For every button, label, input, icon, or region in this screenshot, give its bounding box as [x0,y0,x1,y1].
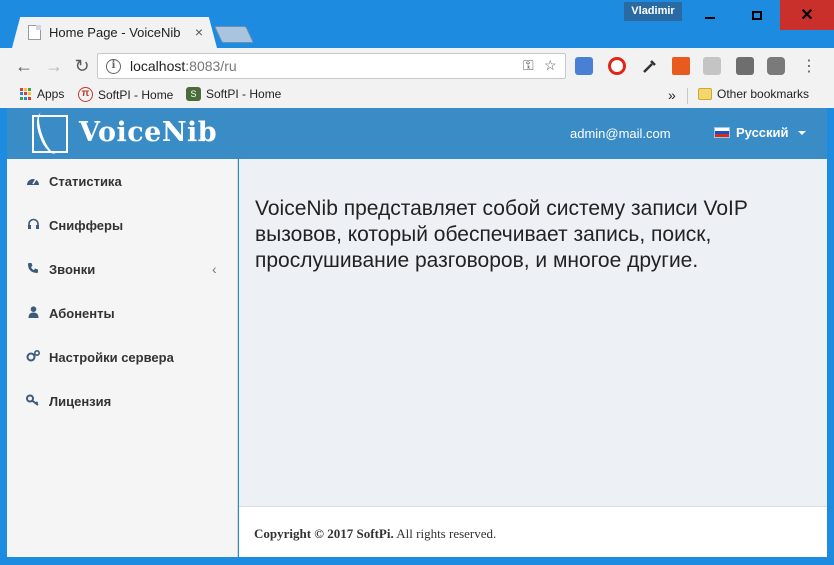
caret-down-icon [797,130,806,135]
headphones-icon [25,218,41,233]
page-favicon-icon [28,25,41,40]
window-close-button[interactable]: ✕ [780,0,834,30]
key-icon [25,394,41,409]
opera-extension-icon[interactable] [608,57,626,75]
folder-icon [698,88,712,100]
copyright-text: Copyright © 2017 SoftPi. All rights rese… [254,526,496,542]
pi-icon: π [78,87,93,102]
footer: Copyright © 2017 SoftPi. All rights rese… [239,506,827,557]
lightbulb-extension-icon[interactable] [767,57,785,75]
sidebar: Статистика Снифферы Звонки ‹ Абоненты На… [7,159,238,557]
bookmark-star-icon[interactable]: ☆ [544,57,557,74]
translate-extension-icon[interactable] [575,57,593,75]
url-host: localhost [130,58,186,74]
language-label: Русский [736,125,789,140]
feather-logo-icon[interactable] [32,108,68,158]
profile-button[interactable]: Vladimir [624,2,682,21]
back-arrow-icon[interactable]: ← [12,54,36,78]
browser-tab[interactable]: Home Page - VoiceNib × [12,17,217,48]
gears-icon [25,349,41,365]
url-path: :8083/ru [185,58,237,74]
sidebar-item-label: Звонки [49,261,96,277]
key-icon[interactable]: ⚿ [523,57,534,74]
eyedropper-extension-icon[interactable] [641,57,659,75]
bookmarks-bar: Apps π SoftPI - Home S SoftPI - Home » O… [0,84,834,108]
bookmark-label: SoftPI - Home [98,87,174,102]
language-dropdown[interactable]: Русский [714,125,806,140]
tab-strip: Home Page - VoiceNib × Vladimir ✕ [0,0,834,48]
sidebar-item-subscribers[interactable]: Абоненты [7,291,238,335]
rights-text: All rights reserved. [396,526,497,541]
bookmark-softpi-2[interactable]: S SoftPI - Home [186,87,281,101]
minimize-button[interactable] [686,0,733,30]
phone-icon [25,262,41,277]
forward-arrow-icon[interactable]: → [42,54,66,78]
copyright-owner: Copyright © 2017 SoftPi. [254,526,394,541]
site-info-icon[interactable]: i [106,59,121,74]
intro-text: VoiceNib представляет собой систему запи… [255,197,748,272]
pocket-extension-icon[interactable] [736,57,754,75]
url-text: localhost:8083/ru [130,58,237,74]
bookmark-softpi-1[interactable]: π SoftPI - Home [78,87,173,102]
bookmarks-divider [687,88,688,104]
user-email[interactable]: admin@mail.com [570,126,671,141]
sidebar-item-label: Лицензия [49,393,112,409]
maximize-button[interactable] [733,0,780,30]
cast-extension-icon[interactable] [703,57,721,75]
bookmark-apps[interactable]: Apps [20,87,64,101]
main-content: VoiceNib представляет собой систему запи… [239,159,827,506]
new-tab-button[interactable] [214,26,254,43]
chevron-left-icon[interactable]: ‹ [212,261,217,277]
russian-flag-icon [714,127,730,138]
menu-dots-icon[interactable]: ⋮ [797,54,821,78]
sidebar-item-label: Снифферы [49,217,124,233]
other-bookmarks[interactable]: Other bookmarks [698,87,809,101]
sidebar-item-label: Статистика [49,173,122,189]
sidebar-item-label: Абоненты [49,305,115,321]
sidebar-item-statistics[interactable]: Статистика [7,159,238,203]
bookmark-label: SoftPI - Home [206,87,282,101]
tab-title: Home Page - VoiceNib [49,25,181,40]
softpi-icon: S [186,87,201,101]
bookmarks-overflow[interactable]: » [668,87,676,103]
browser-window: Home Page - VoiceNib × Vladimir ✕ ← → ↻ … [0,0,834,565]
brand-name[interactable]: VoiceNib [79,117,217,148]
sidebar-item-sniffers[interactable]: Снифферы [7,203,238,247]
bookmark-label: Apps [37,87,65,101]
tab-close-icon[interactable]: × [195,24,203,40]
close-icon: ✕ [800,7,814,24]
dashboard-icon [25,174,41,189]
browser-toolbar: ← → ↻ i localhost:8083/ru ⚿ ☆ ⋮ [0,48,834,84]
other-bookmarks-label: Other bookmarks [717,87,810,101]
minimize-icon [704,17,715,19]
maximize-icon [751,10,762,20]
user-icon [25,305,41,321]
app-header: VoiceNib admin@mail.com Русский [7,108,827,159]
apps-grid-icon [20,88,32,100]
sidebar-item-label: Настройки сервера [49,349,174,365]
office-extension-icon[interactable] [672,57,690,75]
reload-icon[interactable]: ↻ [70,54,94,78]
sidebar-item-license[interactable]: Лицензия [7,379,238,423]
address-bar[interactable]: i localhost:8083/ru ⚿ ☆ [97,53,566,79]
sidebar-item-calls[interactable]: Звонки ‹ [7,247,238,291]
sidebar-item-server-settings[interactable]: Настройки сервера [7,335,238,379]
